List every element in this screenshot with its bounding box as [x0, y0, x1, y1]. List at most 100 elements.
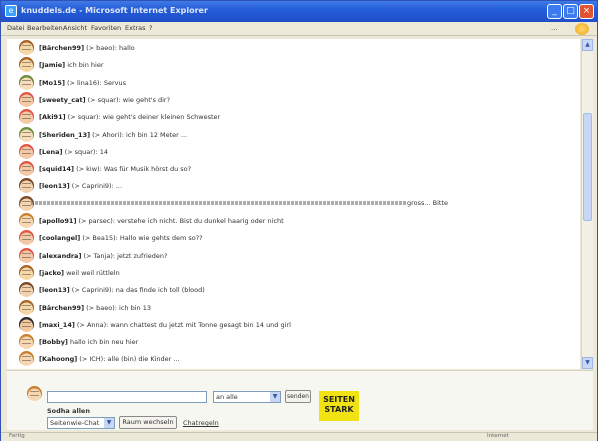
menu-favorites[interactable]: Favoriten [91, 24, 121, 32]
menu-view[interactable]: Ansicht [63, 24, 87, 32]
room-select[interactable]: Seitenwie-Chat ▼ [47, 417, 115, 429]
chat-rules-link[interactable]: Chatregeln [183, 419, 219, 427]
message-text: weil weil rüttleln [64, 268, 120, 277]
message-text: (> squar): wie geht's dir? [85, 95, 171, 104]
scroll-thumb[interactable] [583, 113, 592, 221]
promo-badge: SEITEN STARK [319, 391, 359, 421]
chat-message: [Aki91] (> squar): wie geht's deiner kle… [7, 108, 577, 126]
chat-message: [leon13] (> Caprini9): ... [7, 177, 577, 195]
message-line: [Kahoong] (> ICH): alle (bin) die Kinder… [39, 355, 180, 363]
nickname[interactable]: [sweety_cat] [39, 96, 86, 104]
menu-file[interactable]: Datei [7, 24, 24, 32]
avatar-icon [19, 316, 34, 332]
menu-extras[interactable]: Extras [125, 24, 146, 32]
chat-message: [leon13] (> Caprini9): na das finde ich … [7, 281, 577, 299]
message-text: (> baeo): ich bin 13 [84, 303, 152, 312]
nickname[interactable]: [jacko] [39, 269, 64, 277]
message-text: (> Caprini9): ... [69, 182, 123, 191]
chat-message: [jacko] weil weil rüttleln [7, 264, 577, 282]
nickname[interactable]: [squid14] [39, 165, 74, 173]
chat-log: [Bärchen99] (> baeo): hallo [Jamie] ich b… [7, 39, 580, 369]
avatar-icon [19, 91, 34, 107]
avatar-icon [19, 230, 34, 246]
message-line: [Lena] (> squar): 14 [39, 148, 108, 156]
message-input[interactable] [47, 391, 207, 403]
chat-message: gross... Bitte [7, 195, 577, 213]
change-room-button[interactable]: Raum wechseln [119, 416, 177, 429]
menu-edit[interactable]: Bearbeiten [27, 24, 63, 32]
input-panel: an alle ▼ senden Sodha allen Seitenwie-C… [7, 370, 593, 430]
nickname[interactable]: [leon13] [39, 182, 70, 190]
minimize-button[interactable]: _ [547, 4, 562, 19]
message-text: ich bin hier [65, 61, 104, 70]
browser-window: e knuddels.de - Microsoft Internet Explo… [0, 0, 598, 441]
menu-help[interactable]: ? [149, 24, 152, 32]
chat-message: [alexandra] (> Tanja): jetzt zufrieden? [7, 247, 577, 265]
maximize-button[interactable]: □ [563, 4, 578, 19]
avatar-icon [19, 57, 34, 73]
nickname[interactable]: [Jamie] [39, 61, 65, 69]
nickname[interactable]: [Lena] [39, 148, 63, 156]
message-text: (> lina16): Servus [64, 78, 126, 87]
message-text: (> Tanja): jetzt zufrieden? [81, 251, 168, 260]
chat-message: [maxi_14] (> Anna): wann chattest du jet… [7, 316, 577, 334]
message-text: (> squar): wie geht's deiner kleinen Sch… [65, 113, 221, 122]
nickname[interactable]: [Mo15] [39, 79, 65, 87]
send-button[interactable]: senden [285, 390, 311, 403]
chat-message: [Kahoong] (> ICH): alle (bin) die Kinder… [7, 350, 577, 368]
message-line: [alexandra] (> Tanja): jetzt zufrieden? [39, 252, 168, 260]
message-line: [Sheriden_13] (> Ahori): ich bin 12 Mete… [39, 131, 187, 139]
chat-message: [Bobby] hallo ich bin neu hier [7, 333, 577, 351]
message-line: [Aki91] (> squar): wie geht's deiner kle… [39, 113, 220, 121]
avatar-icon [19, 143, 34, 159]
scroll-down-icon[interactable]: ▼ [582, 357, 593, 369]
go-icon[interactable] [575, 23, 589, 35]
avatar-icon [19, 213, 34, 228]
message-text: (> ICH): alle (bin) die Kinder ... [77, 355, 180, 364]
message-line: [jacko] weil weil rüttleln [39, 269, 120, 277]
ie-icon: e [5, 5, 17, 17]
chat-message: [sweety_cat] (> squar): wie geht's dir? [7, 91, 577, 109]
nickname[interactable]: [leon13] [39, 286, 70, 294]
avatar-icon [19, 334, 34, 350]
chat-message: [Bärchen99] (> baeo): hallo [7, 39, 577, 57]
message-line: [leon13] (> Caprini9): ... [39, 182, 122, 190]
chat-message: [apollo91] (> parsec): verstehe ich nich… [7, 212, 577, 230]
small-label: Sodha allen [47, 407, 90, 415]
message-line: [sweety_cat] (> squar): wie geht's dir? [39, 96, 170, 104]
long-message-text [31, 200, 406, 205]
nickname[interactable]: [Bärchen99] [39, 304, 84, 312]
my-avatar [27, 386, 43, 402]
avatar-icon [19, 178, 34, 194]
nickname[interactable]: [Bärchen99] [39, 44, 84, 52]
chevron-down-icon[interactable]: ▼ [270, 392, 280, 402]
nickname[interactable]: [alexandra] [39, 252, 81, 260]
nickname[interactable]: [Aki91] [39, 113, 66, 121]
close-button[interactable]: × [579, 4, 594, 19]
status-bar: Fertig Internet [1, 432, 597, 441]
nickname[interactable]: [Kahoong] [39, 355, 77, 363]
nickname[interactable]: [Sheriden_13] [39, 131, 90, 139]
chat-message: [Sheriden_13] (> Ahori): ich bin 12 Mete… [7, 126, 577, 144]
scroll-up-icon[interactable]: ▲ [582, 39, 593, 51]
message-text: (> kiw): Was für Musik hörst du so? [74, 165, 192, 174]
avatar-icon [19, 299, 34, 315]
message-line: [Bärchen99] (> baeo): ich bin 13 [39, 304, 151, 312]
message-line: [coolangel] (> Bea15): Hallo wie gehts d… [39, 234, 203, 242]
message-line: [Bärchen99] (> baeo): hallo [39, 44, 135, 52]
window-title: knuddels.de - Microsoft Internet Explore… [21, 6, 208, 15]
chat-message: [Lena] (> squar): 14 [7, 143, 577, 161]
nickname[interactable]: [Bobby] [39, 338, 68, 346]
avatar-icon [19, 264, 34, 280]
menu-bar: Datei Bearbeiten Ansicht Favoriten Extra… [1, 22, 597, 36]
nickname[interactable]: [maxi_14] [39, 321, 75, 329]
avatar-icon [19, 109, 34, 125]
nickname[interactable]: [coolangel] [39, 234, 80, 242]
chat-scrollbar[interactable]: ▲ ▼ [581, 39, 593, 369]
message-text: (> baeo): hallo [84, 44, 135, 52]
chevron-down-icon[interactable]: ▼ [104, 418, 114, 428]
recipient-select[interactable]: an alle ▼ [213, 391, 281, 403]
chat-message: [squid14] (> kiw): Was für Musik hörst d… [7, 160, 577, 178]
message-line: [squid14] (> kiw): Was für Musik hörst d… [39, 165, 191, 173]
nickname[interactable]: [apollo91] [39, 217, 76, 225]
